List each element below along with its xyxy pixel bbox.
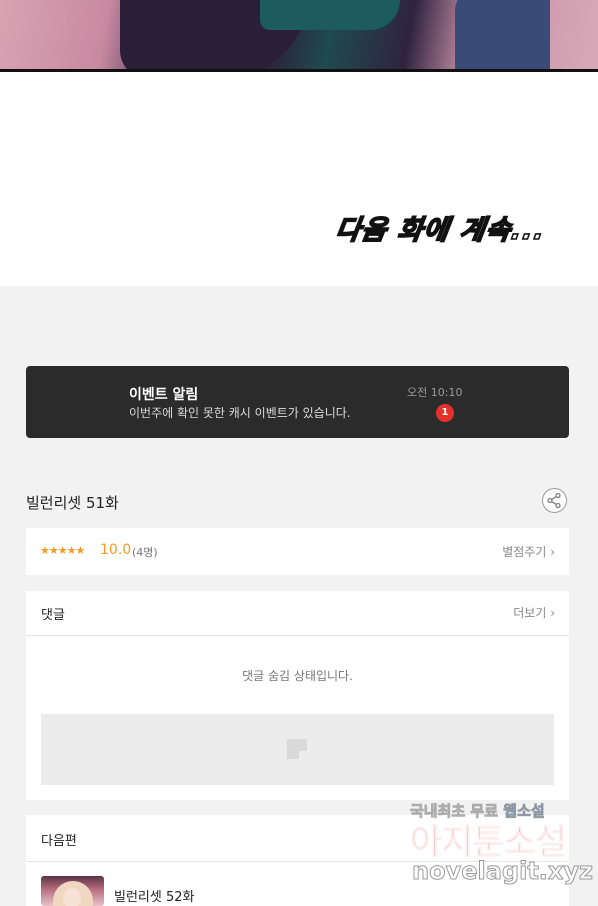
to-be-continued-text: 다음 화에 계속... bbox=[333, 214, 549, 247]
share-button[interactable] bbox=[542, 488, 567, 513]
event-time: 오전 10:10 bbox=[407, 386, 463, 399]
divider bbox=[26, 635, 569, 636]
rating-card: ★★★★★ 10.0 (4명) 별점주기 › bbox=[26, 528, 569, 575]
comments-card: 댓글 더보기 › 댓글 숨김 상태입니다. bbox=[26, 591, 569, 800]
rate-button[interactable]: 별점주기 › bbox=[502, 543, 555, 560]
comments-hidden-message: 댓글 숨김 상태입니다. bbox=[242, 669, 353, 683]
watermark: 국내최초 무료 웹소설 아지툰소설 novelagit.xyz bbox=[409, 800, 596, 900]
event-title: 이벤트 알림 bbox=[129, 387, 199, 403]
watermark-line3: novelagit.xyz bbox=[411, 857, 594, 886]
event-badge: 1 bbox=[436, 404, 454, 422]
ad-placeholder[interactable] bbox=[41, 714, 554, 785]
rating-stars: ★★★★★ bbox=[40, 544, 85, 557]
next-episode-thumbnail[interactable] bbox=[41, 876, 104, 906]
next-episode-title[interactable]: 빌런리셋 52화 bbox=[114, 886, 194, 905]
comic-art-panel bbox=[0, 0, 598, 72]
art-figure bbox=[260, 0, 400, 30]
thumbnail-art bbox=[63, 888, 81, 906]
event-notification[interactable]: 이벤트 알림 이번주에 확인 못한 캐시 이벤트가 있습니다. 오전 10:10… bbox=[26, 366, 569, 438]
art-figure bbox=[455, 0, 550, 72]
rating-score: 10.0 bbox=[100, 542, 132, 558]
comic-text-panel bbox=[0, 72, 598, 286]
share-icon bbox=[547, 492, 561, 509]
event-description: 이번주에 확인 못한 캐시 이벤트가 있습니다. bbox=[129, 406, 351, 420]
rating-count: (4명) bbox=[132, 546, 158, 559]
next-episode-header: 다음편 bbox=[41, 834, 77, 849]
comments-header: 댓글 bbox=[41, 608, 65, 623]
episode-title: 빌런리셋 51화 bbox=[26, 494, 119, 512]
ad-placeholder-icon bbox=[287, 739, 307, 759]
comments-more-link[interactable]: 더보기 › bbox=[513, 604, 555, 621]
